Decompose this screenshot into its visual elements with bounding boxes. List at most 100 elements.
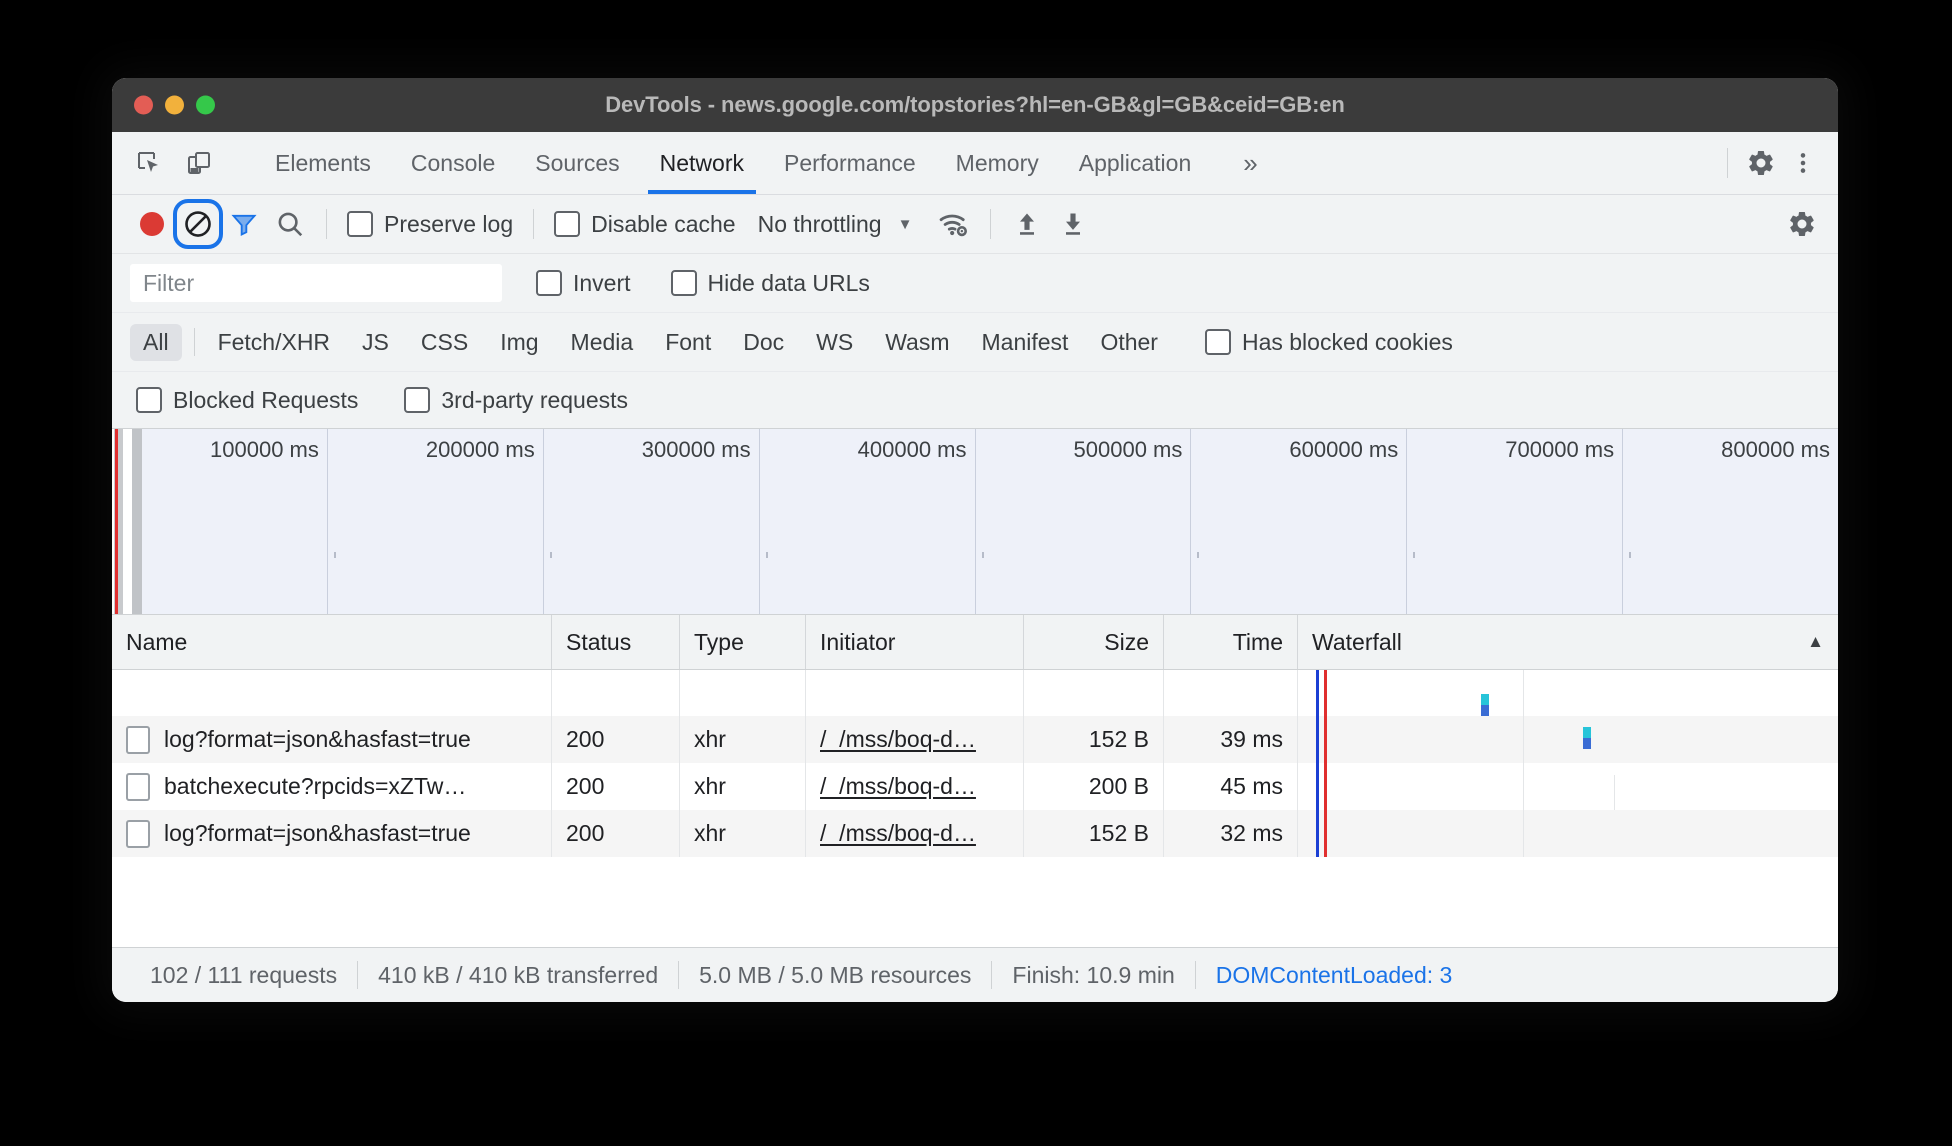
tab-memory[interactable]: Memory xyxy=(936,132,1059,194)
preserve-log-box[interactable] xyxy=(347,211,373,237)
record-button[interactable] xyxy=(130,202,174,246)
row-checkbox[interactable] xyxy=(126,819,150,848)
column-header-initiator[interactable]: Initiator xyxy=(806,615,1024,669)
type-filter-doc[interactable]: Doc xyxy=(730,324,797,361)
wifi-gear-icon xyxy=(940,214,968,237)
table-row[interactable]: log?format=json&hasfast=true 200 xhr /_/… xyxy=(112,716,1838,763)
request-name-cell[interactable]: log?format=json&hasfast=true xyxy=(112,810,552,857)
overview-tick-mark xyxy=(333,552,336,558)
inspect-element-icon[interactable] xyxy=(130,144,168,182)
waterfall-divider xyxy=(1523,716,1524,763)
type-filter-ws[interactable]: WS xyxy=(803,324,866,361)
hide-data-urls-label: Hide data URLs xyxy=(707,269,870,296)
disable-cache-checkbox[interactable]: Disable cache xyxy=(548,211,741,238)
third-party-requests-checkbox[interactable]: 3rd-party requests xyxy=(398,387,634,414)
kebab-menu-icon[interactable] xyxy=(1784,144,1822,182)
clear-button[interactable] xyxy=(173,199,223,249)
request-name-cell[interactable]: log?format=json&hasfast=true xyxy=(112,716,552,763)
export-har-button[interactable] xyxy=(1051,202,1095,246)
request-type: xhr xyxy=(680,763,806,810)
disable-cache-box[interactable] xyxy=(554,211,581,237)
hide-data-urls-box[interactable] xyxy=(670,270,697,296)
request-initiator-link[interactable]: /_/mss/boq-d… xyxy=(820,773,976,800)
overview-tick-cell: 800000 ms xyxy=(1623,429,1838,614)
overview-tick-label: 600000 ms xyxy=(1289,437,1399,462)
table-row[interactable]: batchexecute?rpcids=xZTw… 200 xhr /_/mss… xyxy=(112,763,1838,810)
tab-label: Memory xyxy=(955,149,1039,176)
request-initiator-cell[interactable]: /_/mss/boq-d… xyxy=(806,763,1024,810)
invert-box[interactable] xyxy=(536,270,562,296)
network-settings-button[interactable] xyxy=(1780,202,1824,246)
search-button[interactable] xyxy=(268,202,312,246)
third-party-requests-label: 3rd-party requests xyxy=(441,386,629,413)
more-tabs-button[interactable]: » xyxy=(1211,132,1289,194)
tab-performance[interactable]: Performance xyxy=(764,132,936,194)
window-title: DevTools - news.google.com/topstories?hl… xyxy=(605,92,1345,117)
type-filter-font[interactable]: Font xyxy=(652,324,724,361)
chevron-down-icon[interactable]: ▼ xyxy=(884,216,931,233)
column-header-size[interactable]: Size xyxy=(1024,615,1164,669)
request-initiator-cell[interactable]: /_/mss/boq-d… xyxy=(806,810,1024,857)
minimize-window-button[interactable] xyxy=(165,95,184,115)
has-blocked-cookies-box[interactable] xyxy=(1204,329,1231,355)
type-filter-img[interactable]: Img xyxy=(487,324,551,361)
invert-checkbox[interactable]: Invert xyxy=(530,270,637,297)
row-checkbox[interactable] xyxy=(126,725,150,754)
table-row[interactable]: log?format=json&hasfast=true 200 xhr /_/… xyxy=(112,810,1838,857)
blocked-requests-checkbox[interactable]: Blocked Requests xyxy=(130,387,364,414)
overview-tick-label: 400000 ms xyxy=(857,437,967,462)
request-initiator-link[interactable]: /_/mss/boq-d… xyxy=(820,820,976,847)
throttling-select-value[interactable]: No throttling xyxy=(744,211,882,238)
upload-arrow-icon xyxy=(1020,213,1035,235)
type-filter-manifest[interactable]: Manifest xyxy=(969,324,1082,361)
waterfall-divider xyxy=(1523,670,1524,716)
column-header-status[interactable]: Status xyxy=(552,615,680,669)
requests-table: Name Status Type Initiator Size Time Wat… xyxy=(112,615,1838,947)
type-filter-fetch-xhr[interactable]: Fetch/XHR xyxy=(205,324,343,361)
toolbar-divider-2 xyxy=(533,209,535,239)
spacer-cell xyxy=(552,670,680,716)
overview-tick-mark xyxy=(1197,552,1200,558)
import-har-button[interactable] xyxy=(1005,202,1049,246)
tab-application[interactable]: Application xyxy=(1059,132,1212,194)
type-filter-css[interactable]: CSS xyxy=(408,324,481,361)
gear-icon[interactable] xyxy=(1742,144,1780,182)
column-header-name[interactable]: Name xyxy=(112,615,552,669)
tab-sources[interactable]: Sources xyxy=(515,132,639,194)
more-tabs-label: » xyxy=(1243,147,1258,178)
waterfall-cell xyxy=(1298,810,1838,857)
row-checkbox[interactable] xyxy=(126,772,150,801)
column-header-waterfall[interactable]: Waterfall ▲ xyxy=(1298,615,1838,669)
request-initiator-cell[interactable]: /_/mss/boq-d… xyxy=(806,716,1024,763)
type-filter-other[interactable]: Other xyxy=(1087,324,1171,361)
close-window-button[interactable] xyxy=(134,95,153,115)
filter-button[interactable] xyxy=(222,202,266,246)
request-initiator-link[interactable]: /_/mss/boq-d… xyxy=(820,726,976,753)
column-header-type[interactable]: Type xyxy=(680,615,806,669)
has-blocked-cookies-checkbox[interactable]: Has blocked cookies xyxy=(1199,329,1459,356)
tab-network[interactable]: Network xyxy=(640,132,764,194)
type-filter-media[interactable]: Media xyxy=(558,324,647,361)
status-finish: Finish: 10.9 min xyxy=(1012,961,1175,988)
sort-ascending-icon: ▲ xyxy=(1807,632,1824,651)
type-filter-all[interactable]: All xyxy=(130,323,182,361)
resource-type-filters: All Fetch/XHR JS CSS Img Media Font Doc … xyxy=(112,313,1838,372)
network-overview-timeline[interactable]: 100000 ms 200000 ms 300000 ms 400000 ms … xyxy=(112,429,1838,615)
third-party-requests-box[interactable] xyxy=(404,387,431,413)
filter-row: Filter Invert Hide data URLs xyxy=(112,254,1838,313)
device-toolbar-icon[interactable] xyxy=(180,144,218,182)
blocked-requests-box[interactable] xyxy=(136,387,162,413)
hide-data-urls-checkbox[interactable]: Hide data URLs xyxy=(665,270,876,297)
tab-console[interactable]: Console xyxy=(391,132,515,194)
preserve-log-checkbox[interactable]: Preserve log xyxy=(341,211,519,238)
type-filter-js[interactable]: JS xyxy=(349,324,402,361)
type-filter-wasm[interactable]: Wasm xyxy=(872,324,962,361)
column-header-time[interactable]: Time xyxy=(1164,615,1298,669)
maximize-window-button[interactable] xyxy=(196,95,215,115)
request-type: xhr xyxy=(680,810,806,857)
tab-elements[interactable]: Elements xyxy=(255,132,391,194)
network-conditions-button[interactable] xyxy=(932,202,976,246)
request-name-cell[interactable]: batchexecute?rpcids=xZTw… xyxy=(112,763,552,810)
waterfall-load-marker xyxy=(1324,810,1327,857)
filter-input[interactable]: Filter xyxy=(130,264,502,302)
